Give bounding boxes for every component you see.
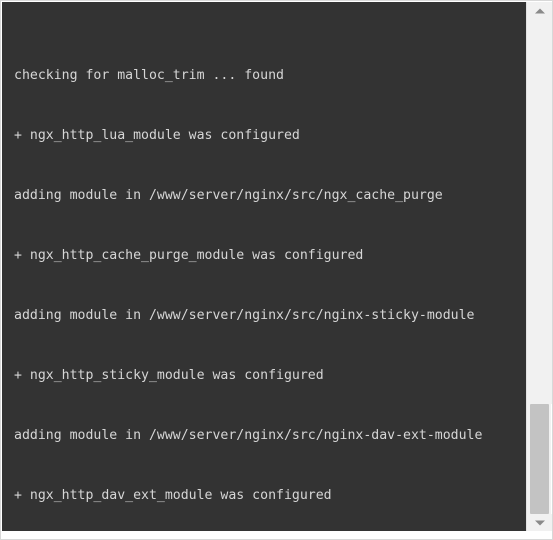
terminal-line: + ngx_http_lua_module was configured [14, 128, 300, 143]
terminal-line: adding module in /www/server/nginx/src/n… [14, 188, 443, 203]
terminal-output-pane[interactable]: checking for malloc_trim ... found + ngx… [2, 2, 528, 531]
scrollbar-thumb[interactable] [530, 404, 549, 514]
terminal-line: adding module in /www/server/nginx/src/n… [14, 308, 475, 323]
terminal-text-buffer: checking for malloc_trim ... found + ngx… [2, 2, 528, 531]
scrollbar-track[interactable] [527, 19, 552, 404]
scroll-up-button[interactable] [527, 2, 552, 19]
terminal-line: + ngx_http_sticky_module was configured [14, 368, 324, 383]
terminal-window: checking for malloc_trim ... found + ngx… [0, 0, 553, 540]
terminal-line: + ngx_http_cache_purge_module was config… [14, 248, 364, 263]
chevron-down-icon [534, 520, 545, 525]
chevron-up-icon [534, 8, 545, 13]
scroll-down-button[interactable] [527, 514, 552, 531]
terminal-line: adding module in /www/server/nginx/src/n… [14, 428, 483, 443]
vertical-scrollbar[interactable] [526, 2, 552, 531]
terminal-line: checking for malloc_trim ... found [14, 68, 284, 83]
terminal-line: + ngx_http_dav_ext_module was configured [14, 488, 332, 503]
